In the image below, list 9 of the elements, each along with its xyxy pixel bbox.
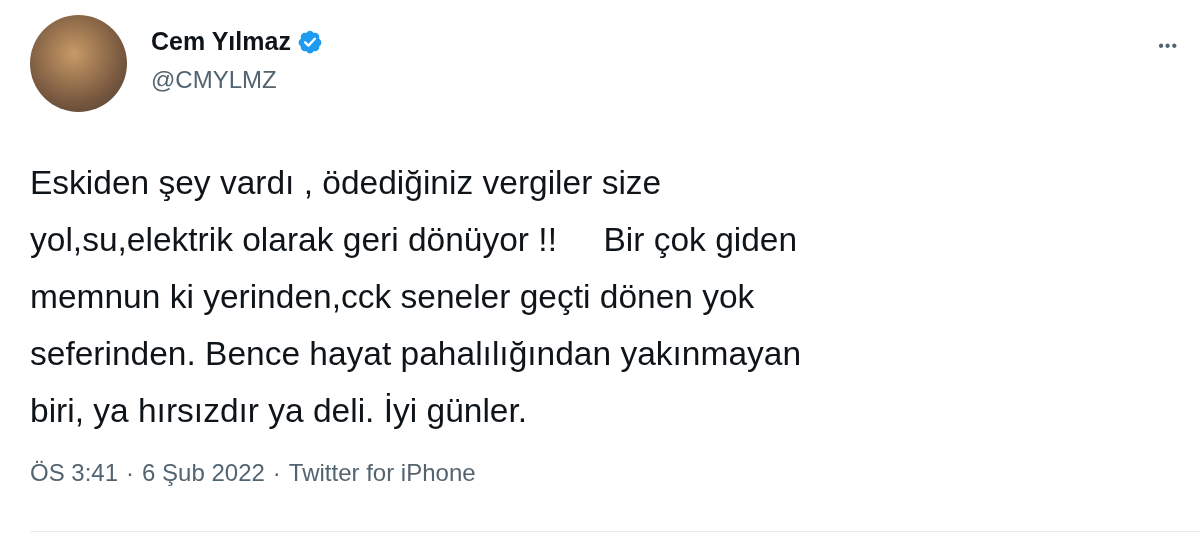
tweet-time[interactable]: ÖS 3:41 — [30, 459, 119, 487]
tweet-source[interactable]: Twitter for iPhone — [288, 459, 476, 487]
separator-dot: · — [272, 459, 281, 487]
separator-dot: · — [126, 459, 135, 487]
tweet-text: Eskiden şey vardı , ödediğiniz vergiler size yol,su,elektrik olarak geri dönüyor !! Bir çok giden memnun ki yerinden,cck seneler geçti dönen yok seferinden. Bence hayat pahalılığından yakınmayan biri, ya hırsızdır ya deli. İyi günler. — [30, 163, 803, 431]
tweet-date[interactable]: 6 Şub 2022 — [142, 459, 265, 487]
more-options-button[interactable]: ••• — [1154, 33, 1182, 59]
author-handle[interactable]: @CMYLMZ — [151, 66, 323, 94]
author-name[interactable]: Cem Yılmaz — [151, 27, 291, 56]
